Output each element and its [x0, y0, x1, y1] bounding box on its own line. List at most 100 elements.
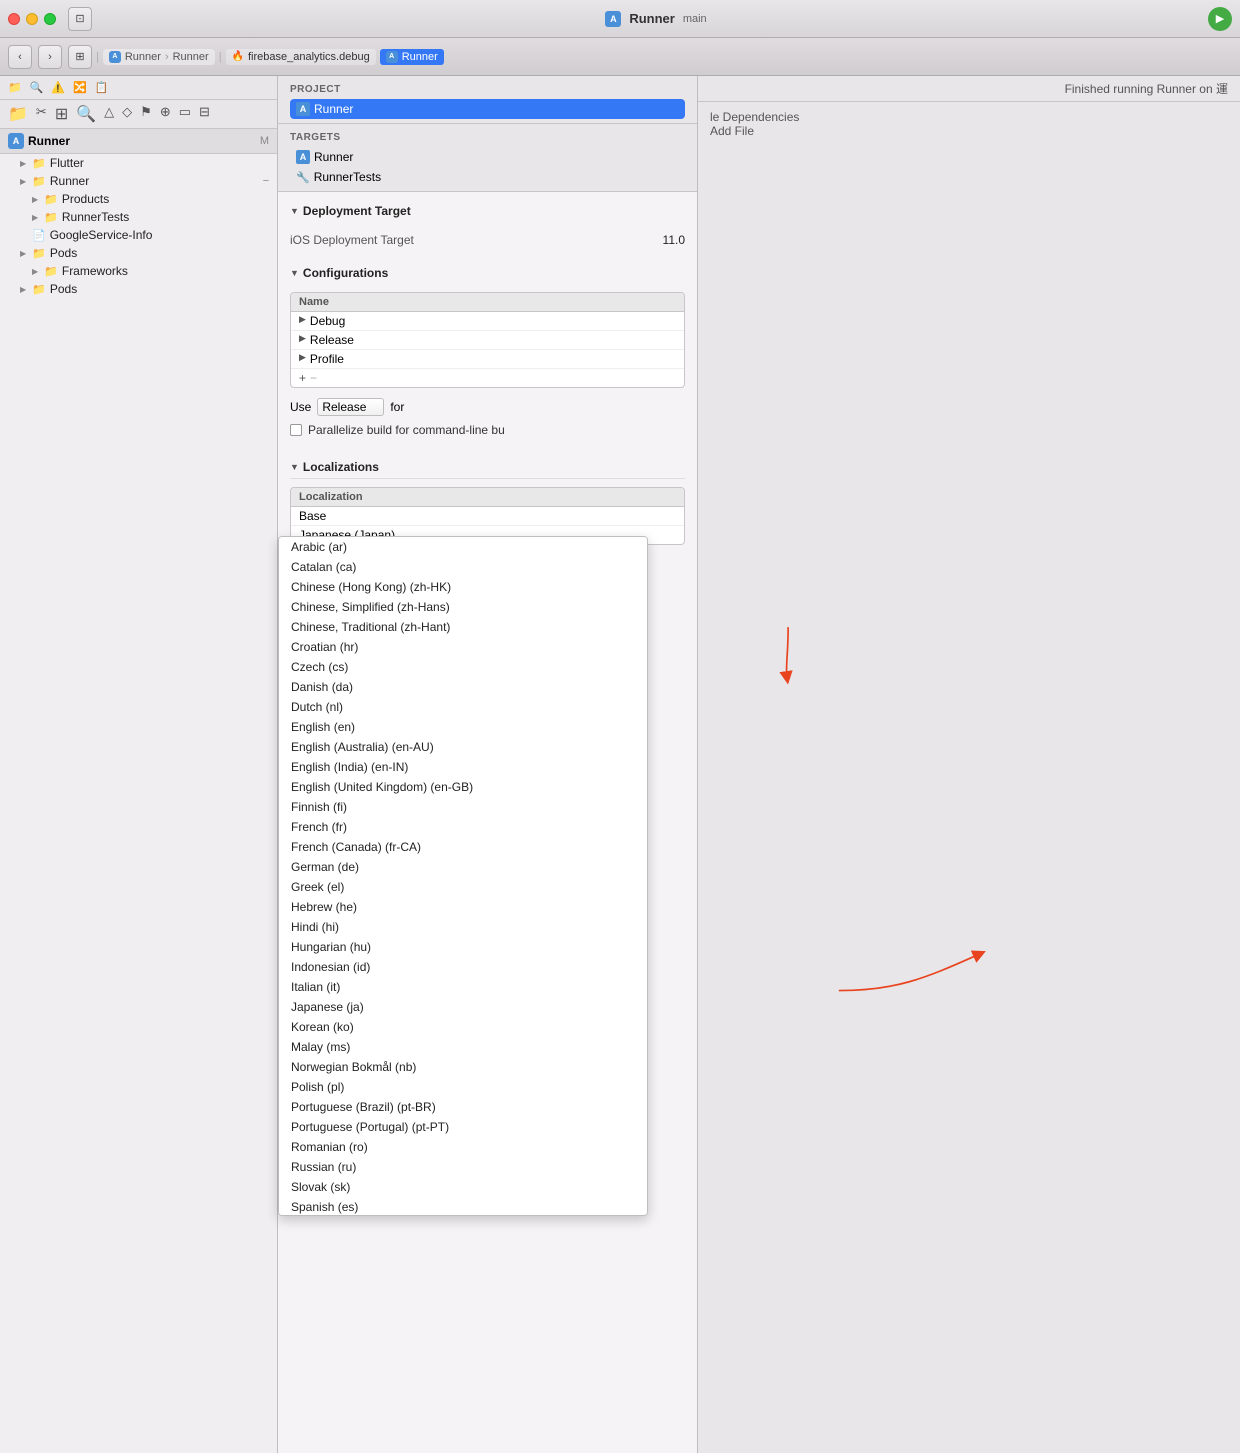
file-tab[interactable]: firebase_analytics.debug: [248, 51, 370, 63]
grid-view-button[interactable]: ⊞: [68, 45, 92, 69]
folder-icon[interactable]: 📁: [8, 104, 28, 124]
lang-romanian[interactable]: Romanian (ro): [279, 1137, 647, 1157]
loc-title: Localizations: [303, 460, 379, 474]
sidebar-toggle[interactable]: ⊡: [68, 7, 92, 31]
lang-polish[interactable]: Polish (pl): [279, 1077, 647, 1097]
lang-malay[interactable]: Malay (ms): [279, 1037, 647, 1057]
flag-icon[interactable]: ⚑: [140, 104, 152, 124]
forward-button[interactable]: ›: [38, 45, 62, 69]
config-table: Name ▶ Debug ▶ Release ▶ Profile: [290, 292, 685, 388]
deployment-title: Deployment Target: [303, 204, 411, 218]
lang-arabic[interactable]: Arabic (ar): [279, 537, 647, 557]
lang-portuguese-br[interactable]: Portuguese (Brazil) (pt-BR): [279, 1097, 647, 1117]
lang-hebrew[interactable]: Hebrew (he): [279, 897, 647, 917]
app-icon: A: [605, 11, 621, 27]
lang-danish[interactable]: Danish (da): [279, 677, 647, 697]
lang-russian[interactable]: Russian (ru): [279, 1157, 647, 1177]
nav-item-runnertests[interactable]: ▶ 📁 RunnerTests: [0, 208, 277, 226]
ios-deploy-label: iOS Deployment Target: [290, 233, 414, 247]
deployment-target-section: ▼ Deployment Target iOS Deployment Targe…: [290, 204, 685, 250]
nav-flutter-label: Flutter: [50, 156, 84, 170]
minimize-button[interactable]: [26, 13, 38, 25]
lang-english-in[interactable]: English (India) (en-IN): [279, 757, 647, 777]
breadcrumb-icon: A: [109, 51, 121, 63]
lang-hungarian[interactable]: Hungarian (hu): [279, 937, 647, 957]
nav-item-pods2[interactable]: ▶ 📁 Pods: [0, 280, 277, 298]
lang-slovak[interactable]: Slovak (sk): [279, 1177, 647, 1197]
target-runnertests[interactable]: 🔧 RunnerTests: [290, 167, 685, 187]
grid-icon[interactable]: ⊞: [55, 104, 68, 124]
lang-english-gb[interactable]: English (United Kingdom) (en-GB): [279, 777, 647, 797]
back-button[interactable]: ‹: [8, 45, 32, 69]
nav-item-googleservice[interactable]: 📄 GoogleService-Info: [0, 226, 277, 244]
config-content: ▼ Deployment Target iOS Deployment Targe…: [278, 192, 697, 1453]
lang-french-ca[interactable]: French (Canada) (fr-CA): [279, 837, 647, 857]
lang-catalan[interactable]: Catalan (ca): [279, 557, 647, 577]
breadcrumb-runner: Runner: [125, 51, 161, 63]
loc-base-row[interactable]: Base: [291, 507, 684, 526]
lang-czech[interactable]: Czech (cs): [279, 657, 647, 677]
for-label: for: [390, 400, 404, 414]
maximize-button[interactable]: [44, 13, 56, 25]
nav-item-products[interactable]: ▶ 📁 Products: [0, 190, 277, 208]
active-tab[interactable]: Runner: [402, 51, 438, 63]
triangle-icon[interactable]: △: [104, 104, 114, 124]
use-select[interactable]: Release Debug Profile: [317, 398, 384, 416]
search-icon[interactable]: 🔍: [76, 104, 96, 124]
link-icon[interactable]: ⊕: [160, 104, 171, 124]
loc-table-header: Localization: [291, 488, 684, 507]
configurations-section: ▼ Configurations Name ▶ Debug ▶ Release: [290, 266, 685, 440]
lang-indonesian[interactable]: Indonesian (id): [279, 957, 647, 977]
project-icon: A: [296, 102, 310, 116]
finished-bar: Finished running Runner on 運: [698, 76, 1240, 102]
lang-french[interactable]: French (fr): [279, 817, 647, 837]
lang-hindi[interactable]: Hindi (hi): [279, 917, 647, 937]
lang-greek[interactable]: Greek (el): [279, 877, 647, 897]
nav-runnertests-label: RunnerTests: [62, 210, 129, 224]
lang-spanish[interactable]: Spanish (es): [279, 1197, 647, 1216]
scissors-icon: ✂: [36, 104, 47, 124]
lang-italian[interactable]: Italian (it): [279, 977, 647, 997]
ios-deployment-row: iOS Deployment Target 11.0: [290, 230, 685, 250]
lang-chinese-traditional[interactable]: Chinese, Traditional (zh-Hant): [279, 617, 647, 637]
config-release-row[interactable]: ▶ Release: [291, 331, 684, 350]
lang-dutch[interactable]: Dutch (nl): [279, 697, 647, 717]
loc-header: ▼ Localizations: [290, 456, 685, 479]
lang-finnish[interactable]: Finnish (fi): [279, 797, 647, 817]
nav-item-flutter[interactable]: ▶ 📁 Flutter: [0, 154, 277, 172]
target-runner[interactable]: A Runner: [290, 147, 685, 167]
nav-item-pods[interactable]: ▶ 📁 Pods: [0, 244, 277, 262]
lang-japanese[interactable]: Japanese (ja): [279, 997, 647, 1017]
lang-german[interactable]: German (de): [279, 857, 647, 877]
run-button[interactable]: ▶: [1208, 7, 1232, 31]
lang-norwegian[interactable]: Norwegian Bokmål (nb): [279, 1057, 647, 1077]
lang-english[interactable]: English (en): [279, 717, 647, 737]
project-runner-item[interactable]: A Runner: [290, 99, 685, 119]
lang-chinese-simplified[interactable]: Chinese, Simplified (zh-Hans): [279, 597, 647, 617]
config-header: ▼ Configurations: [290, 266, 685, 284]
nav-google-label: GoogleService-Info: [50, 228, 153, 242]
lang-croatian[interactable]: Croatian (hr): [279, 637, 647, 657]
nav-item-runner-folder[interactable]: ▶ 📁 Runner −: [0, 172, 277, 190]
lang-portuguese-pt[interactable]: Portuguese (Portugal) (pt-PT): [279, 1117, 647, 1137]
nav-badge: M: [260, 135, 269, 147]
parallelize-checkbox[interactable]: [290, 424, 302, 436]
nav-runner-label: Runner: [50, 174, 89, 188]
config-profile-row[interactable]: ▶ Profile: [291, 350, 684, 369]
diamond-icon[interactable]: ◇: [122, 104, 132, 124]
config-debug-label: Debug: [310, 314, 345, 328]
lang-korean[interactable]: Korean (ko): [279, 1017, 647, 1037]
middle-panel: PROJECT A Runner TARGETS A Runner 🔧 Runn…: [278, 76, 698, 1453]
lang-chinese-hk[interactable]: Chinese (Hong Kong) (zh-HK): [279, 577, 647, 597]
target-runner-icon: A: [296, 150, 310, 164]
rect-icon[interactable]: ▭: [179, 104, 191, 124]
nav-item-frameworks[interactable]: ▶ 📁 Frameworks: [0, 262, 277, 280]
loc-header-label: Localization: [299, 491, 363, 503]
stack-icon[interactable]: ⊟: [199, 104, 210, 124]
config-debug-row[interactable]: ▶ Debug: [291, 312, 684, 331]
nav-products-label: Products: [62, 192, 109, 206]
config-add-row[interactable]: + −: [291, 369, 684, 387]
traffic-lights: [8, 13, 56, 25]
close-button[interactable]: [8, 13, 20, 25]
lang-english-au[interactable]: English (Australia) (en-AU): [279, 737, 647, 757]
